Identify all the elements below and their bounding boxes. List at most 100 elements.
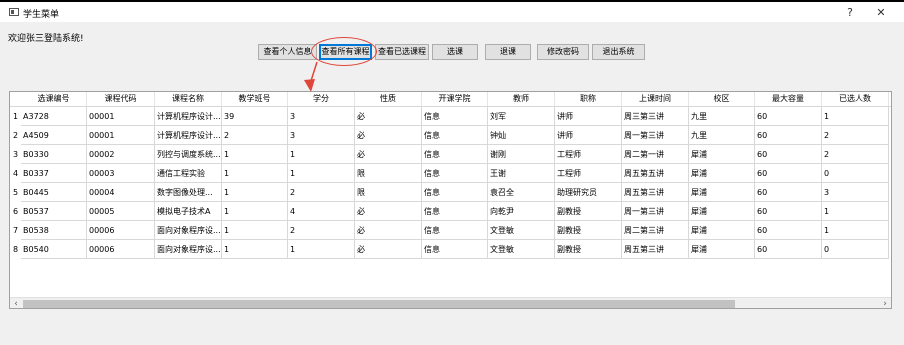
cell-type[interactable]: 必 xyxy=(355,126,422,145)
cell-course-select-no[interactable]: B0540 xyxy=(21,240,87,259)
cell-class-no[interactable]: 1 xyxy=(222,221,288,240)
cell-enrolled-count[interactable]: 0 xyxy=(822,164,889,183)
cell-course-code[interactable]: 00002 xyxy=(87,145,155,164)
cell-enrolled-count[interactable]: 1 xyxy=(822,202,889,221)
cell-campus[interactable]: 犀浦 xyxy=(689,145,755,164)
header-class-time[interactable]: 上课时间 xyxy=(622,92,689,106)
horizontal-scrollbar[interactable]: ‹ › xyxy=(10,297,891,308)
cell-class-no[interactable]: 39 xyxy=(222,107,288,126)
cell-type[interactable]: 必 xyxy=(355,107,422,126)
cell-college[interactable]: 信息 xyxy=(422,126,488,145)
exit-system-button[interactable]: 退出系统 xyxy=(592,44,645,60)
cell-max-capacity[interactable]: 60 xyxy=(755,202,822,221)
cell-class-time[interactable]: 周二第三讲 xyxy=(622,221,689,240)
select-course-button[interactable]: 选课 xyxy=(432,44,478,60)
header-enrolled-count[interactable]: 已选人数 xyxy=(822,92,889,106)
cell-teacher-title[interactable]: 工程师 xyxy=(555,164,622,183)
close-button[interactable]: ✕ xyxy=(869,5,893,21)
scroll-left-icon[interactable]: ‹ xyxy=(10,298,22,308)
cell-teacher-title[interactable]: 讲师 xyxy=(555,126,622,145)
cell-enrolled-count[interactable]: 1 xyxy=(822,221,889,240)
header-college[interactable]: 开课学院 xyxy=(422,92,488,106)
cell-type[interactable]: 必 xyxy=(355,240,422,259)
cell-course-name[interactable]: 计算机程序设计... xyxy=(155,107,222,126)
cell-college[interactable]: 信息 xyxy=(422,107,488,126)
view-selected-courses-button[interactable]: 查看已选课程 xyxy=(375,44,429,60)
cell-credits[interactable]: 4 xyxy=(288,202,355,221)
table-row[interactable]: 1 A3728 00001 计算机程序设计... 39 3 必信息 刘军 讲师 周三第三讲 九里 60… xyxy=(10,107,891,126)
cell-class-time[interactable]: 周二第一讲 xyxy=(622,145,689,164)
cell-credits[interactable]: 2 xyxy=(288,183,355,202)
cell-class-no[interactable]: 1 xyxy=(222,202,288,221)
cell-college[interactable]: 信息 xyxy=(422,221,488,240)
cell-campus[interactable]: 九里 xyxy=(689,107,755,126)
cell-max-capacity[interactable]: 60 xyxy=(755,240,822,259)
cell-course-select-no[interactable]: B0537 xyxy=(21,202,87,221)
cell-max-capacity[interactable]: 60 xyxy=(755,183,822,202)
table-row[interactable]: 7 B0538 00006 面向对象程序设... 1 2 必信息 文登敏 副教授 周二第三讲 犀浦 6… xyxy=(10,221,891,240)
table-row[interactable]: 4 B0337 00003 通信工程实验 1 1 限信息 王谢 工程师 周五第五讲 犀浦 60 0 xyxy=(10,164,891,183)
cell-teacher[interactable]: 钟灿 xyxy=(488,126,555,145)
header-max-capacity[interactable]: 最大容量 xyxy=(755,92,822,106)
cell-credits[interactable]: 1 xyxy=(288,164,355,183)
cell-enrolled-count[interactable]: 3 xyxy=(822,183,889,202)
cell-campus[interactable]: 犀浦 xyxy=(689,164,755,183)
cell-class-no[interactable]: 1 xyxy=(222,183,288,202)
view-personal-info-button[interactable]: 查看个人信息 xyxy=(258,44,317,60)
header-course-select-no[interactable]: 选课编号 xyxy=(21,92,87,106)
cell-campus[interactable]: 犀浦 xyxy=(689,240,755,259)
cell-course-name[interactable]: 通信工程实验 xyxy=(155,164,222,183)
table-row[interactable]: 5 B0445 00004 数字图像处理... 1 2 限信息 袁召全 助理研究员 周五第三讲 犀浦… xyxy=(10,183,891,202)
cell-college[interactable]: 信息 xyxy=(422,202,488,221)
header-type[interactable]: 性质 xyxy=(355,92,422,106)
header-class-no[interactable]: 教学班号 xyxy=(222,92,288,106)
cell-campus[interactable]: 犀浦 xyxy=(689,221,755,240)
cell-teacher[interactable]: 王谢 xyxy=(488,164,555,183)
header-credits[interactable]: 学分 xyxy=(288,92,355,106)
cell-enrolled-count[interactable]: 1 xyxy=(822,107,889,126)
cell-enrolled-count[interactable]: 0 xyxy=(822,240,889,259)
cell-class-no[interactable]: 1 xyxy=(222,164,288,183)
cell-course-select-no[interactable]: B0337 xyxy=(21,164,87,183)
cell-max-capacity[interactable]: 60 xyxy=(755,221,822,240)
cell-course-select-no[interactable]: B0330 xyxy=(21,145,87,164)
cell-course-name[interactable]: 模拟电子技术A xyxy=(155,202,222,221)
cell-teacher-title[interactable]: 工程师 xyxy=(555,145,622,164)
cell-class-time[interactable]: 周五第五讲 xyxy=(622,164,689,183)
cell-course-select-no[interactable]: B0538 xyxy=(21,221,87,240)
cell-campus[interactable]: 犀浦 xyxy=(689,202,755,221)
cell-max-capacity[interactable]: 60 xyxy=(755,107,822,126)
cell-class-no[interactable]: 1 xyxy=(222,145,288,164)
cell-campus[interactable]: 九里 xyxy=(689,126,755,145)
cell-class-no[interactable]: 2 xyxy=(222,126,288,145)
cell-type[interactable]: 限 xyxy=(355,183,422,202)
cell-class-time[interactable]: 周一第三讲 xyxy=(622,126,689,145)
cell-class-time[interactable]: 周三第三讲 xyxy=(622,107,689,126)
view-all-courses-button[interactable]: 查看所有课程 xyxy=(319,44,372,60)
cell-max-capacity[interactable]: 60 xyxy=(755,145,822,164)
cell-course-code[interactable]: 00001 xyxy=(87,107,155,126)
drop-course-button[interactable]: 退课 xyxy=(485,44,531,60)
cell-course-select-no[interactable]: A4509 xyxy=(21,126,87,145)
cell-course-code[interactable]: 00001 xyxy=(87,126,155,145)
cell-teacher-title[interactable]: 副教授 xyxy=(555,240,622,259)
cell-class-time[interactable]: 周五第三讲 xyxy=(622,183,689,202)
cell-class-time[interactable]: 周五第三讲 xyxy=(622,240,689,259)
header-course-code[interactable]: 课程代码 xyxy=(87,92,155,106)
cell-college[interactable]: 信息 xyxy=(422,240,488,259)
cell-type[interactable]: 必 xyxy=(355,221,422,240)
cell-teacher[interactable]: 刘军 xyxy=(488,107,555,126)
header-title[interactable]: 职称 xyxy=(555,92,622,106)
cell-teacher[interactable]: 谢刚 xyxy=(488,145,555,164)
cell-teacher-title[interactable]: 讲师 xyxy=(555,107,622,126)
cell-course-code[interactable]: 00006 xyxy=(87,221,155,240)
cell-teacher-title[interactable]: 副教授 xyxy=(555,221,622,240)
cell-course-select-no[interactable]: A3728 xyxy=(21,107,87,126)
cell-teacher[interactable]: 文登敏 xyxy=(488,221,555,240)
cell-credits[interactable]: 3 xyxy=(288,107,355,126)
cell-type[interactable]: 必 xyxy=(355,202,422,221)
cell-college[interactable]: 信息 xyxy=(422,183,488,202)
header-course-name[interactable]: 课程名称 xyxy=(155,92,222,106)
cell-course-name[interactable]: 列控与调度系统... xyxy=(155,145,222,164)
cell-teacher[interactable]: 袁召全 xyxy=(488,183,555,202)
